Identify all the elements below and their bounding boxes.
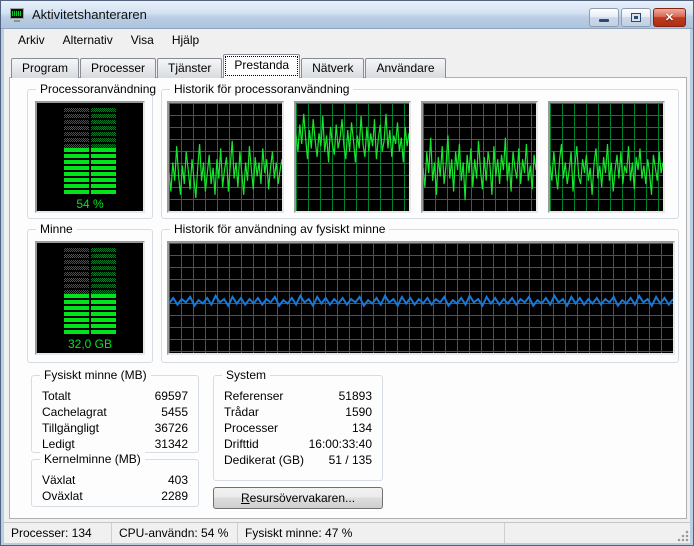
window-frame-right: [690, 29, 693, 543]
resize-grip[interactable]: [677, 530, 689, 542]
window-title: Aktivitetshanteraren: [32, 7, 147, 22]
stat-row: Ledigt 31342: [32, 436, 198, 452]
menubar: Arkiv Alternativ Visa Hjälp: [4, 29, 690, 51]
stat-value: 1590: [345, 404, 372, 420]
window-frame-left: [1, 29, 4, 543]
task-manager-app-icon: [10, 8, 26, 22]
memory-history-group-title: Historik för användning av fysiskt minne: [170, 222, 389, 236]
statusbar: Processer: 134 CPU-användn: 54 % Fysiskt…: [4, 522, 690, 543]
memory-gauge: 32,0 GB: [35, 241, 145, 355]
stat-value: 51 / 135: [329, 452, 372, 468]
stat-row: Trådar 1590: [214, 404, 382, 420]
tab-tjanster[interactable]: Tjänster: [157, 58, 222, 78]
memory-history-chart: [167, 241, 675, 355]
cpu-usage-group-title: Processoranvändning: [36, 82, 160, 96]
tab-processer[interactable]: Processer: [80, 58, 156, 78]
minimize-icon: [599, 19, 609, 22]
stat-label: Dedikerat (GB): [224, 452, 304, 468]
stat-value: 2289: [161, 488, 188, 504]
stat-value: 5455: [161, 404, 188, 420]
stat-value: 51893: [339, 388, 372, 404]
stat-label: Oväxlat: [42, 488, 83, 504]
cpu-history-group-title: Historik för processoranvändning: [170, 82, 353, 96]
tab-program[interactable]: Program: [11, 58, 79, 78]
cpu-history-chart-3: [421, 101, 538, 213]
physical-memory-group-title: Fysiskt minne (MB): [40, 368, 151, 382]
kernel-memory-group: Kernelminne (MB) Växlat403Oväxlat2289: [31, 459, 199, 507]
stat-label: Växlat: [42, 472, 75, 488]
tabstrip: Program Processer Tjänster Prestanda Nät…: [11, 54, 447, 78]
status-processes: Processer: 134: [4, 523, 112, 543]
tab-anvandare[interactable]: Användare: [365, 58, 445, 78]
maximize-button[interactable]: [621, 8, 651, 27]
cpu-history-chart-1: [167, 101, 284, 213]
kernel-memory-group-title: Kernelminne (MB): [40, 452, 145, 466]
status-spacer: [505, 523, 690, 543]
physical-memory-group: Fysiskt minne (MB) Totalt69597Cachelagra…: [31, 375, 199, 453]
status-cpu-usage: CPU-användn: 54 %: [112, 523, 238, 543]
cpu-history-chart-4: [548, 101, 665, 213]
maximize-icon: [631, 13, 641, 22]
menu-arkiv[interactable]: Arkiv: [9, 30, 54, 50]
stat-value: 403: [168, 472, 188, 488]
stat-label: Cachelagrat: [42, 404, 107, 420]
cpu-usage-value: 54 %: [76, 197, 103, 211]
resource-monitor-button[interactable]: Resursövervakaren...: [213, 487, 383, 509]
close-button[interactable]: ✕: [653, 8, 686, 27]
stat-label: Processer: [224, 420, 278, 436]
stat-label: Tillgängligt: [42, 420, 99, 436]
system-group: System Referenser51893Trådar1590Processe…: [213, 375, 383, 481]
stat-row: Tillgängligt 36726: [32, 420, 198, 436]
tab-natverk[interactable]: Nätverk: [301, 58, 364, 78]
stat-label: Totalt: [42, 388, 71, 404]
minimize-button[interactable]: [589, 8, 619, 27]
stat-row: Drifttid 16:00:33:40: [214, 436, 382, 452]
close-icon: ✕: [665, 11, 674, 24]
stat-value: 69597: [155, 388, 188, 404]
cpu-history-chart-2: [294, 101, 411, 213]
window-frame-bottom: [1, 543, 693, 545]
stat-value: 31342: [155, 436, 188, 452]
stat-row: Cachelagrat 5455: [32, 404, 198, 420]
stat-label: Drifttid: [224, 436, 259, 452]
stat-row: Växlat 403: [32, 472, 198, 488]
stat-row: Processer 134: [214, 420, 382, 436]
stat-label: Ledigt: [42, 436, 75, 452]
menu-hjalp[interactable]: Hjälp: [163, 30, 208, 50]
menu-alternativ[interactable]: Alternativ: [54, 30, 122, 50]
tab-prestanda[interactable]: Prestanda: [223, 54, 300, 78]
stat-label: Referenser: [224, 388, 283, 404]
memory-gauge-value: 32,0 GB: [68, 337, 112, 351]
stat-value: 36726: [155, 420, 188, 436]
stat-row: Referenser 51893: [214, 388, 382, 404]
system-group-title: System: [222, 368, 270, 382]
status-physical-memory: Fysiskt minne: 47 %: [238, 523, 505, 543]
resource-monitor-button-label: Resursövervakaren...: [241, 491, 355, 505]
memory-gauge-group-title: Minne: [36, 222, 77, 236]
stat-label: Trådar: [224, 404, 259, 420]
stat-row: Dedikerat (GB) 51 / 135: [214, 452, 382, 468]
stat-value: 16:00:33:40: [309, 436, 372, 452]
menu-visa[interactable]: Visa: [122, 30, 163, 50]
stat-row: Totalt 69597: [32, 388, 198, 404]
stat-value: 134: [352, 420, 372, 436]
titlebar[interactable]: Aktivitetshanteraren ✕: [1, 1, 693, 29]
stat-row: Oväxlat 2289: [32, 488, 198, 504]
task-manager-window: Aktivitetshanteraren ✕ Arkiv Alternativ …: [0, 0, 694, 546]
cpu-usage-gauge: 54 %: [35, 101, 145, 213]
